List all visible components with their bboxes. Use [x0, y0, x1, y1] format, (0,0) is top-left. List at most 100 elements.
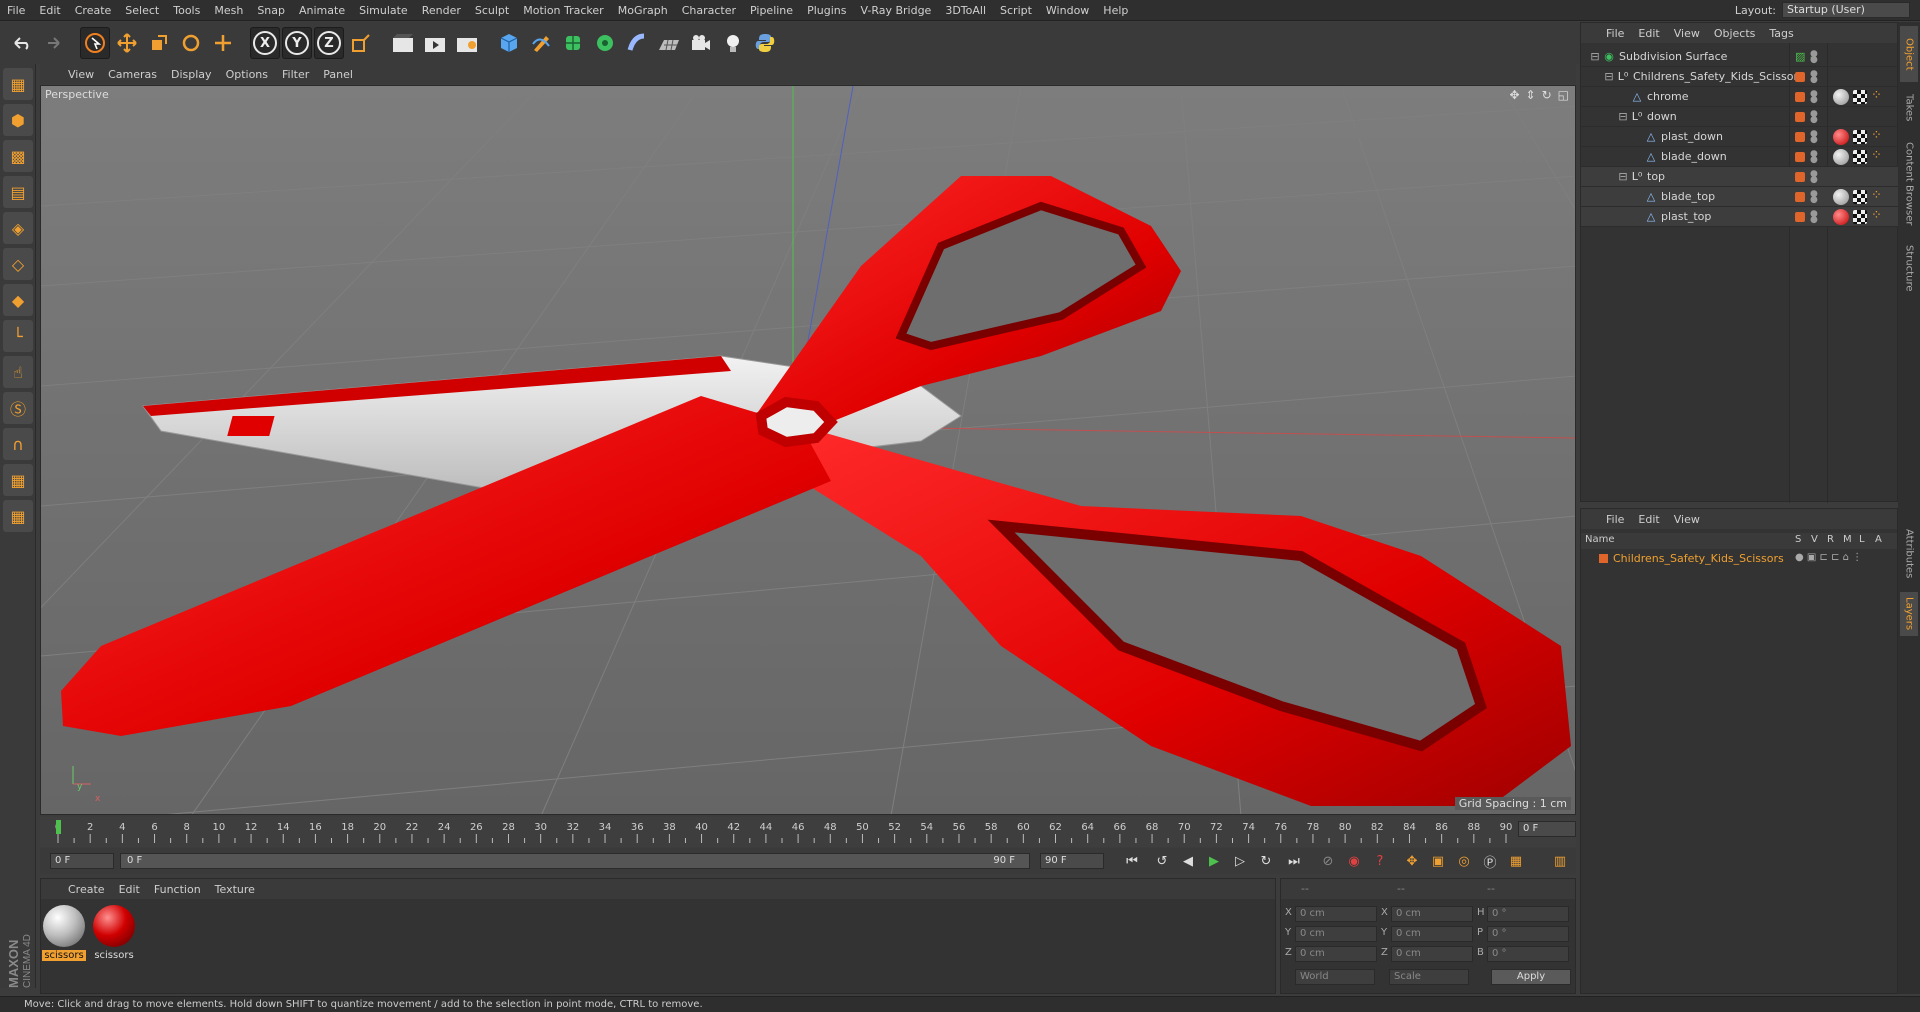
keyframe-selection-icon[interactable]: ? — [1368, 851, 1392, 871]
undo-icon[interactable] — [6, 27, 36, 59]
collapse-toggle-icon[interactable]: ⊟ — [1603, 70, 1615, 83]
points-mode-icon[interactable]: ◈ — [3, 212, 33, 244]
size-y-field[interactable]: 0 cm — [1391, 926, 1473, 942]
tab-structure[interactable]: Structure — [1900, 238, 1918, 298]
phong-tag-icon[interactable]: ⁘ — [1871, 189, 1887, 205]
viewport-menu-panel[interactable]: Panel — [317, 68, 359, 81]
x-axis-lock-button[interactable]: X — [250, 27, 280, 59]
layer-color-dot[interactable] — [1795, 152, 1805, 162]
z-axis-lock-button[interactable]: Z — [314, 27, 344, 59]
object-row[interactable]: ⊟ ◉ Subdivision Surface ▨ ✓ ● ● — [1581, 47, 1899, 67]
magnet-icon[interactable]: ∩ — [3, 428, 33, 460]
rotation-key-icon[interactable]: ◎ — [1452, 851, 1476, 871]
tab-content-browser[interactable]: Content Browser — [1900, 134, 1918, 234]
menu-window[interactable]: Window — [1039, 4, 1096, 17]
object-row[interactable]: △ blade_top ● ● ⁘ — [1581, 187, 1899, 207]
object-row[interactable]: ⊟ L⁰ Childrens_Safety_Kids_Scissors ● ● — [1581, 67, 1899, 87]
position-x-field[interactable]: 0 cm — [1295, 906, 1377, 922]
menu-snap[interactable]: Snap — [250, 4, 292, 17]
tweak-mode-icon[interactable]: ☝ — [3, 356, 33, 388]
uvw-tag-icon[interactable] — [1853, 90, 1867, 104]
object-row[interactable]: △ blade_down ● ● ⁘ — [1581, 147, 1899, 167]
render-settings-icon[interactable] — [452, 27, 482, 59]
play-icon[interactable]: ▶ — [1202, 851, 1226, 871]
layer-menu-view[interactable]: View — [1667, 513, 1707, 526]
menu-animate[interactable]: Animate — [292, 4, 352, 17]
material-swatch[interactable]: scissors — [41, 903, 87, 961]
previous-key-icon[interactable]: ↺ — [1150, 851, 1174, 871]
menu-mesh[interactable]: Mesh — [207, 4, 250, 17]
uvw-tag-icon[interactable] — [1853, 210, 1867, 224]
coordinate-space-select[interactable]: World — [1295, 969, 1375, 985]
object-menu-objects[interactable]: Objects — [1707, 27, 1763, 40]
edges-mode-icon[interactable]: ◇ — [3, 248, 33, 280]
visibility-dots-icon[interactable]: ● ● — [1810, 210, 1818, 225]
object-name[interactable]: Childrens_Safety_Kids_Scissors — [1633, 70, 1804, 83]
python-icon[interactable] — [750, 27, 780, 59]
axis-mode-icon[interactable]: └ — [3, 320, 33, 352]
layer-color-dot[interactable] — [1795, 192, 1805, 202]
uvw-tag-icon[interactable] — [1853, 150, 1867, 164]
visibility-dots-icon[interactable]: ● ● — [1810, 70, 1818, 85]
cube-object-icon[interactable] — [494, 27, 524, 59]
object-menu-file[interactable]: File — [1599, 27, 1631, 40]
object-row[interactable]: △ chrome ● ● ⁘ — [1581, 87, 1899, 107]
menu-motion-tracker[interactable]: Motion Tracker — [516, 4, 610, 17]
zoom-icon[interactable]: ⇕ — [1526, 88, 1536, 102]
material-tag-icon[interactable] — [1833, 89, 1849, 105]
phong-tag-icon[interactable]: ⁘ — [1871, 89, 1887, 105]
menu-character[interactable]: Character — [675, 4, 743, 17]
menu-help[interactable]: Help — [1096, 4, 1135, 17]
layout-select[interactable]: Startup (User) — [1782, 2, 1910, 18]
previous-frame-icon[interactable]: ◀ — [1176, 851, 1200, 871]
uvw-tag-icon[interactable] — [1853, 190, 1867, 204]
record-keys-icon[interactable]: ⊘ — [1316, 851, 1340, 871]
live-selection-icon[interactable] — [80, 27, 110, 59]
layer-color-dot[interactable] — [1795, 92, 1805, 102]
tab-attributes[interactable]: Attributes — [1900, 522, 1918, 586]
move-tool-icon[interactable] — [112, 27, 142, 59]
menu-3dtoall[interactable]: 3DToAll — [938, 4, 993, 17]
menu-plugins[interactable]: Plugins — [800, 4, 853, 17]
array-mograph-icon[interactable] — [590, 27, 620, 59]
layer-color-dot[interactable] — [1795, 172, 1805, 182]
layer-color-dot[interactable] — [1795, 72, 1805, 82]
collapse-toggle-icon[interactable]: ⊟ — [1617, 110, 1629, 123]
visibility-dots-icon[interactable]: ● ● — [1810, 110, 1818, 125]
menu-simulate[interactable]: Simulate — [352, 4, 415, 17]
object-name[interactable]: down — [1647, 110, 1677, 123]
visibility-dots-icon[interactable]: ● ● — [1810, 90, 1818, 105]
layer-menu-file[interactable]: File — [1599, 513, 1631, 526]
object-name[interactable]: plast_top — [1661, 210, 1711, 223]
go-to-start-icon[interactable]: ⏮ — [1120, 851, 1144, 871]
deformer-icon[interactable] — [622, 27, 652, 59]
subdivision-surface-icon[interactable] — [558, 27, 588, 59]
scale-key-icon[interactable]: ▣ — [1426, 851, 1450, 871]
maximize-icon[interactable]: ◱ — [1558, 88, 1569, 102]
timeline-window-icon[interactable]: ▥ — [1548, 851, 1572, 871]
polygons-mode-icon[interactable]: ◆ — [3, 284, 33, 316]
visibility-dots-icon[interactable]: ● ● — [1810, 170, 1818, 185]
render-picture-viewer-icon[interactable] — [420, 27, 450, 59]
material-tag-icon[interactable] — [1833, 149, 1849, 165]
camera-icon[interactable] — [686, 27, 716, 59]
redo-icon[interactable] — [38, 27, 68, 59]
object-name[interactable]: Subdivision Surface — [1619, 50, 1727, 63]
position-key-icon[interactable]: ✥ — [1400, 851, 1424, 871]
phong-tag-icon[interactable]: ⁘ — [1871, 149, 1887, 165]
viewport-menu-options[interactable]: Options — [220, 68, 274, 81]
current-frame-field[interactable]: 0 F — [1518, 821, 1576, 837]
menu-select[interactable]: Select — [118, 4, 166, 17]
viewport-menu-filter[interactable]: Filter — [276, 68, 315, 81]
frame-range-slider[interactable]: 0 F 90 F — [120, 853, 1030, 869]
lock-workplane-icon[interactable]: ▦ — [3, 464, 33, 496]
position-z-field[interactable]: 0 cm — [1295, 946, 1377, 962]
menu-render[interactable]: Render — [415, 4, 468, 17]
material-swatch[interactable]: scissors — [91, 903, 137, 961]
object-row[interactable]: △ plast_down ● ● ⁘ — [1581, 127, 1899, 147]
menu-tools[interactable]: Tools — [166, 4, 207, 17]
object-menu-tags[interactable]: Tags — [1762, 27, 1800, 40]
visibility-dots-icon[interactable]: ● ● — [1810, 50, 1818, 65]
layer-color-dot[interactable] — [1795, 212, 1805, 222]
position-y-field[interactable]: 0 cm — [1295, 926, 1377, 942]
